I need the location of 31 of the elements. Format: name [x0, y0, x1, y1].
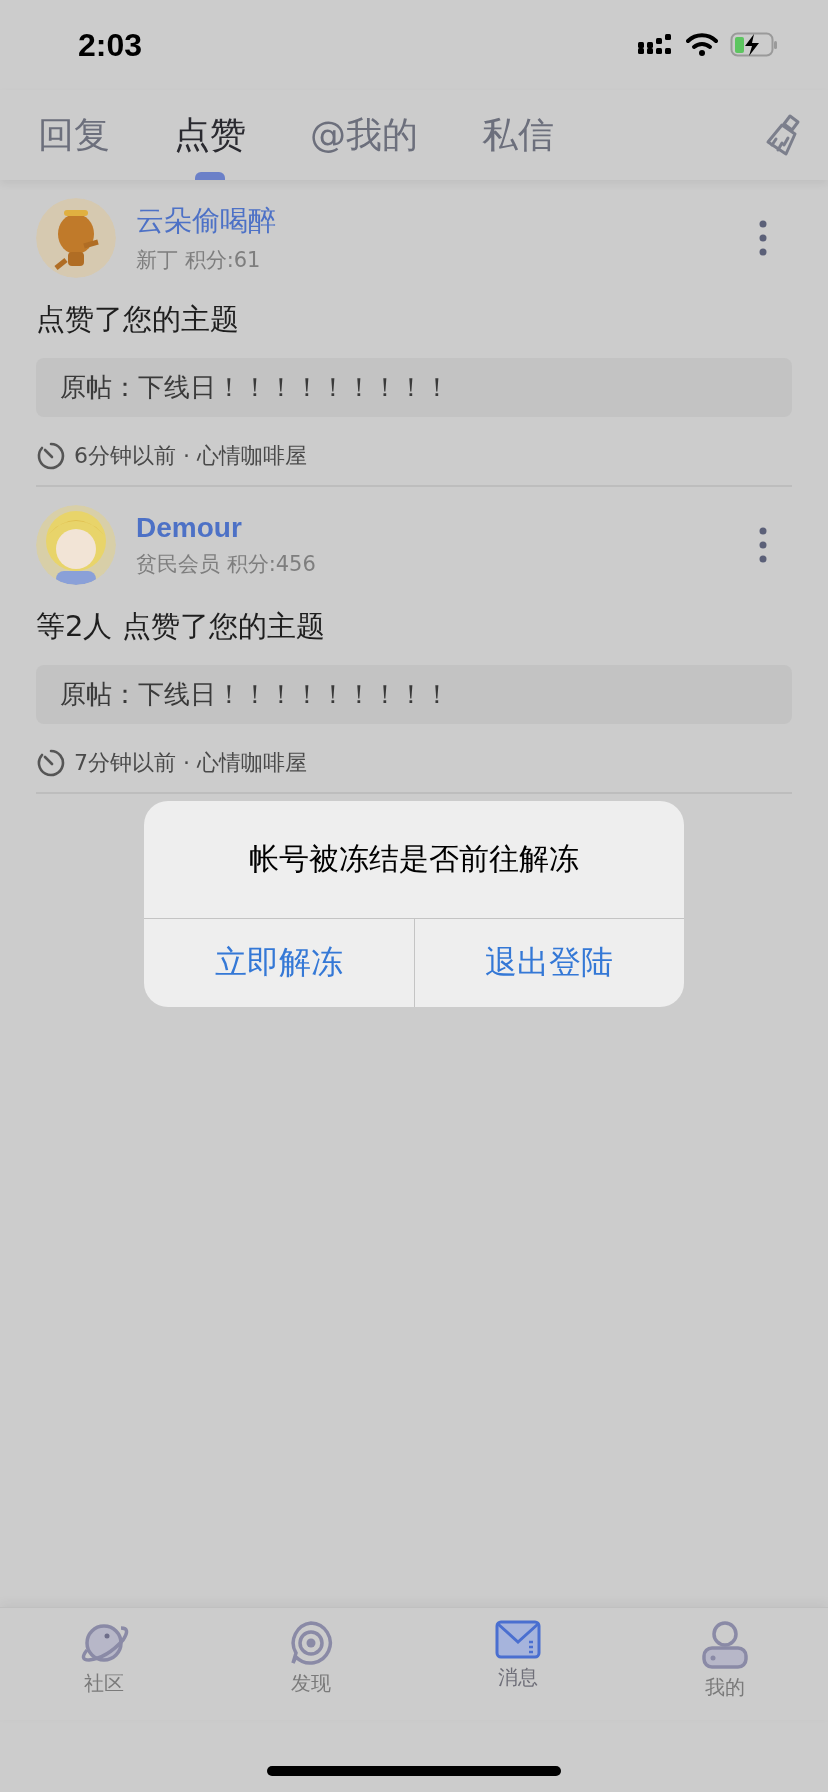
nav-tab[interactable]: 发现: [207, 1620, 414, 1720]
tab[interactable]: 回复: [24, 90, 124, 180]
person-icon: [700, 1620, 749, 1670]
post-meta: 6分钟以前 · 心情咖啡屋: [74, 442, 307, 470]
wifi-icon: [686, 33, 718, 57]
timer-icon: [36, 441, 66, 471]
status-time: 2:03: [78, 26, 143, 64]
nav-tab[interactable]: 社区: [0, 1620, 207, 1720]
more-icon[interactable]: [758, 219, 768, 257]
user-rank-points: 贫民会员 积分:456: [136, 551, 317, 578]
timer-icon: [36, 748, 66, 778]
alert-button[interactable]: 退出登陆: [413, 919, 684, 1007]
notification-text: 点赞了您的主题: [36, 301, 240, 338]
user-name[interactable]: Demour: [136, 512, 758, 544]
nav-tab[interactable]: 我的: [621, 1620, 828, 1720]
user-name[interactable]: 云朵偷喝醉: [136, 202, 758, 240]
battery-icon: [730, 32, 778, 58]
quoted-post[interactable]: 原帖：下线日！！！！！！！！！: [36, 358, 792, 417]
envelope-icon: [494, 1620, 541, 1660]
tab[interactable]: 私信: [468, 90, 568, 180]
user-rank-points: 新丁 积分:61: [136, 247, 262, 274]
post-meta: 7分钟以前 · 心情咖啡屋: [74, 749, 307, 777]
alert-button[interactable]: 立即解冻: [144, 919, 414, 1007]
signal-icon: [638, 34, 674, 56]
quoted-post[interactable]: 原帖：下线日！！！！！！！！！: [36, 665, 792, 724]
tab[interactable]: 点赞: [160, 90, 260, 180]
alert-message: 帐号被冻结是否前往解冻: [248, 840, 580, 878]
nav-tab[interactable]: 消息: [414, 1620, 621, 1720]
tab[interactable]: @我的: [296, 90, 432, 180]
notification-text: 等2人 点赞了您的主题: [36, 608, 326, 645]
more-icon[interactable]: [758, 526, 768, 564]
